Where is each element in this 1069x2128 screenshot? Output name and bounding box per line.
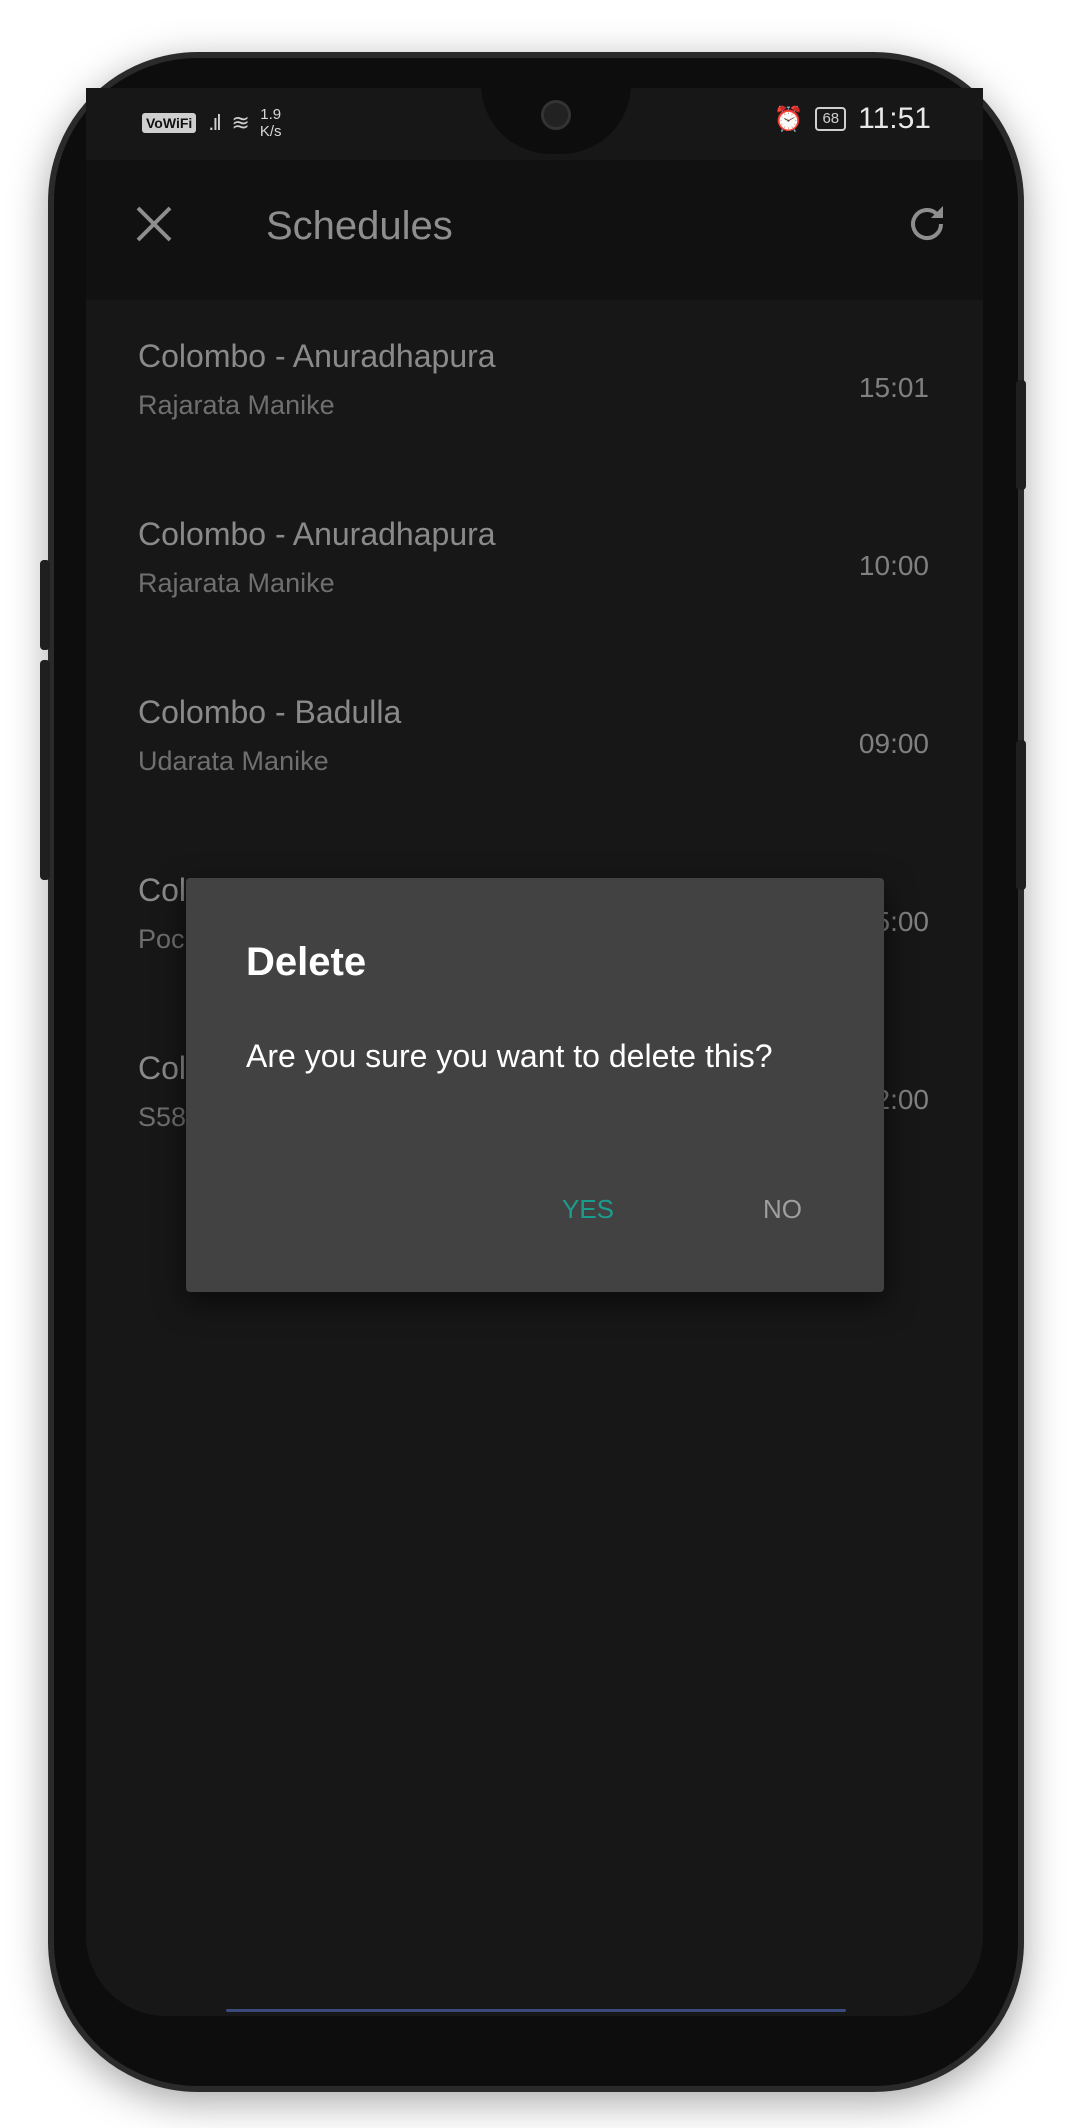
status-bar: VoWiFi .ıl ≋ 1.9 K/s ⏰ 68 11:51 xyxy=(86,88,983,160)
schedule-time: 15:01 xyxy=(858,372,929,403)
app-bar: Schedules xyxy=(86,160,983,300)
schedule-train: S58 xyxy=(138,1102,187,1132)
status-time: 11:51 xyxy=(858,102,931,135)
schedule-train: Udarata Manike xyxy=(138,746,329,776)
alarm-icon: ⏰ xyxy=(773,105,804,133)
gesture-bar xyxy=(226,2009,846,2012)
refresh-icon[interactable] xyxy=(903,200,951,248)
network-speed: 1.9 K/s xyxy=(260,106,282,140)
volume-button xyxy=(40,560,50,650)
no-button[interactable]: NO xyxy=(763,1194,802,1225)
schedule-row[interactable]: Colombo - Anuradhapura Rajarata Manike 1… xyxy=(86,300,983,478)
dialog-message: Are you sure you want to delete this? xyxy=(246,1038,773,1074)
network-speed-unit: K/s xyxy=(259,123,282,140)
schedule-train: Rajarata Manike xyxy=(138,568,335,598)
page-title: Schedules xyxy=(266,204,453,248)
delete-dialog: Delete Are you sure you want to delete t… xyxy=(186,878,884,1292)
schedule-route: Colombo - Anuradhapura xyxy=(138,516,496,552)
status-right: ⏰ 68 11:51 xyxy=(774,102,931,136)
schedule-train: Rajarata Manike xyxy=(138,390,335,420)
schedule-route: Col xyxy=(138,1050,187,1086)
signal-icon: .ıl xyxy=(208,110,221,135)
schedule-train: Poc xyxy=(138,924,185,954)
close-icon[interactable] xyxy=(134,204,174,244)
wifi-icon: ≋ xyxy=(231,110,249,135)
side-button xyxy=(1016,740,1026,890)
dialog-title: Delete xyxy=(246,940,367,984)
schedule-time: 10:00 xyxy=(858,550,929,581)
schedule-row[interactable]: Colombo - Anuradhapura Rajarata Manike 1… xyxy=(86,478,983,656)
camera-notch xyxy=(481,88,631,154)
schedule-route: Colombo - Badulla xyxy=(138,694,402,730)
schedule-time: 09:00 xyxy=(858,728,929,759)
schedule-route: Col xyxy=(138,872,187,908)
power-button xyxy=(1016,380,1026,490)
schedule-row[interactable]: Colombo - Badulla Udarata Manike 09:00 xyxy=(86,656,983,834)
yes-button[interactable]: YES xyxy=(562,1194,614,1225)
volume-button xyxy=(40,660,50,880)
vowifi-icon: VoWiFi xyxy=(142,113,197,133)
status-left: VoWiFi .ıl ≋ 1.9 K/s xyxy=(142,106,282,140)
camera-icon xyxy=(541,100,571,130)
battery-icon: 68 xyxy=(815,107,847,131)
network-speed-value: 1.9 xyxy=(260,106,282,123)
schedule-route: Colombo - Anuradhapura xyxy=(138,338,496,374)
